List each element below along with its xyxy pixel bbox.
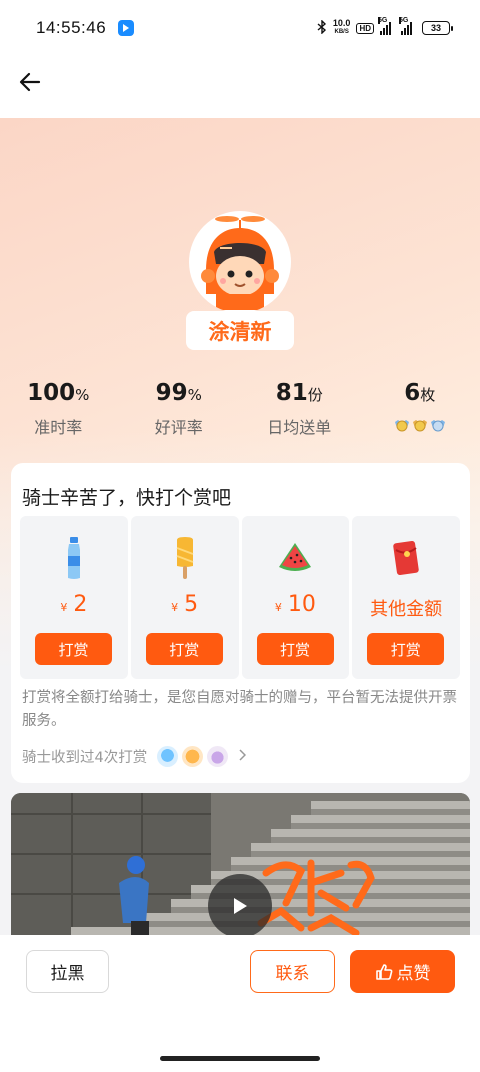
medal-list xyxy=(360,416,480,434)
rider-name: 涂清新 xyxy=(186,311,294,350)
net-speed-unit: KB/S xyxy=(334,29,349,35)
tip-history-link[interactable]: 骑士收到过4次打赏 xyxy=(22,746,247,767)
currency-symbol: ¥ xyxy=(60,601,68,614)
bottom-action-bar: 拉黑 联系 点赞 xyxy=(0,935,480,1072)
tipper-avatars xyxy=(157,746,229,767)
signal-label: 5G xyxy=(378,17,388,24)
medal-icon xyxy=(394,420,409,432)
watermelon-icon xyxy=(242,536,350,580)
red-envelope-icon xyxy=(352,536,460,580)
rider-helmet-avatar xyxy=(201,216,279,310)
net-speed-value: 10.0 xyxy=(332,18,351,28)
stat-value: 81 xyxy=(275,380,308,406)
tip-options: ¥2 打赏 ¥5 打赏 ¥10 打赏 其他金额 打赏 xyxy=(20,516,460,679)
currency-symbol: ¥ xyxy=(171,601,179,614)
bluetooth-icon xyxy=(317,18,327,37)
tip-note: 打赏将全额打给骑士，是您自愿对骑士的赠与，平台暂无法提供开票服务。 xyxy=(22,690,457,729)
battery-icon: 33 xyxy=(422,21,453,35)
back-button[interactable] xyxy=(16,68,44,96)
thumbs-up-icon xyxy=(375,963,392,980)
like-label: 点赞 xyxy=(396,964,431,984)
tip-button[interactable]: 打赏 xyxy=(256,633,334,665)
stat-on-time: 100% 准时率 xyxy=(0,380,119,438)
tip-option-2[interactable]: ¥2 打赏 xyxy=(20,516,128,679)
signal-icon: 5G xyxy=(399,17,412,35)
tip-amount-value: 2 xyxy=(73,592,88,617)
tip-option-10[interactable]: ¥10 打赏 xyxy=(241,516,350,679)
stat-value: 99 xyxy=(155,380,188,406)
stat-unit: % xyxy=(75,386,90,404)
tip-history-text: 骑士收到过4次打赏 xyxy=(22,750,148,766)
arrow-left-icon xyxy=(19,72,41,92)
medal-icon xyxy=(412,420,427,432)
play-icon xyxy=(234,898,247,914)
tip-amount: ¥5 xyxy=(131,592,239,617)
stat-label: 日均送单 xyxy=(267,418,332,437)
avatar xyxy=(157,746,179,767)
home-indicator[interactable] xyxy=(160,1056,320,1061)
stat-value: 6 xyxy=(404,380,421,406)
signal-label: 5G xyxy=(399,17,409,24)
net-speed: 10.0 KB/S xyxy=(333,19,351,37)
video-card[interactable] xyxy=(11,793,470,953)
tip-amount-value: 10 xyxy=(287,592,316,617)
contact-button[interactable]: 联系 xyxy=(250,950,335,993)
chevron-right-icon xyxy=(238,748,247,765)
hd-icon: HD xyxy=(356,22,374,34)
stat-medals[interactable]: 6枚 xyxy=(360,380,480,438)
status-time: 14:55:46 xyxy=(36,18,107,37)
tip-option-5[interactable]: ¥5 打赏 xyxy=(130,516,239,679)
stat-good-rating: 99% 好评率 xyxy=(119,380,240,438)
stat-label: 准时率 xyxy=(34,418,83,437)
stat-value: 100 xyxy=(27,380,76,406)
app-notification-icon xyxy=(118,20,135,36)
stat-label: 好评率 xyxy=(154,418,203,437)
tip-button[interactable]: 打赏 xyxy=(367,633,445,665)
tip-button[interactable]: 打赏 xyxy=(35,633,112,665)
status-icons: 10.0 KB/S HD 5G 5G 33 xyxy=(317,17,453,37)
tip-card: 骑士辛苦了，快打个赏吧 ¥2 打赏 ¥5 打赏 ¥10 打赏 其他金额 打赏 打… xyxy=(11,463,470,783)
tip-title: 骑士辛苦了，快打个赏吧 xyxy=(22,487,232,509)
nav-bar xyxy=(0,56,480,118)
tip-button[interactable]: 打赏 xyxy=(145,633,223,665)
rider-stats: 100% 准时率 99% 好评率 81份 日均送单 6枚 xyxy=(0,380,480,438)
stat-daily-orders: 81份 日均送单 xyxy=(239,380,360,438)
stat-unit: 枚 xyxy=(420,386,436,404)
tip-option-other[interactable]: 其他金额 打赏 xyxy=(352,516,460,679)
play-button[interactable] xyxy=(208,874,272,938)
water-bottle-icon xyxy=(20,536,128,580)
stat-unit: 份 xyxy=(307,386,323,404)
tip-amount-value: 5 xyxy=(184,592,199,617)
medal-icon xyxy=(430,420,445,432)
popsicle-icon xyxy=(131,536,239,580)
tip-amount: ¥2 xyxy=(20,592,128,617)
avatar xyxy=(182,746,204,767)
stat-unit: % xyxy=(187,386,202,404)
signal-icon: 5G xyxy=(378,17,391,35)
block-button[interactable]: 拉黑 xyxy=(26,950,109,993)
tip-amount: ¥10 xyxy=(242,592,350,617)
rider-avatar xyxy=(189,211,291,313)
currency-symbol: ¥ xyxy=(274,601,282,614)
avatar xyxy=(207,746,229,767)
like-button[interactable]: 点赞 xyxy=(350,950,455,993)
tip-amount-other: 其他金额 xyxy=(370,599,443,620)
status-bar: 14:55:46 10.0 KB/S HD 5G 5G 33 xyxy=(0,0,480,56)
